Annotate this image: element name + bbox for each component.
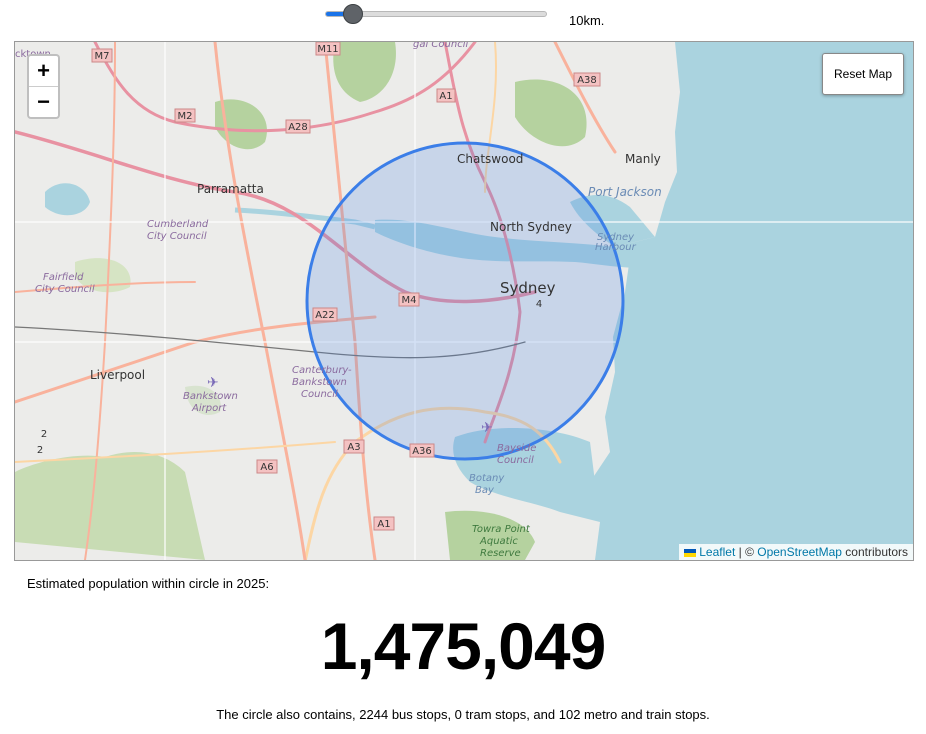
radius-slider-thumb[interactable] xyxy=(343,4,363,24)
shield-a36: A36 xyxy=(412,446,432,457)
population-label: Estimated population within circle in 20… xyxy=(27,576,270,591)
label-canterbury-2: Bankstown xyxy=(292,377,347,388)
label-fairfield-1: Fairfield xyxy=(43,272,84,283)
shield-m2: M2 xyxy=(178,111,193,122)
openstreetmap-link[interactable]: OpenStreetMap xyxy=(757,545,842,559)
label-manly: Manly xyxy=(625,152,661,166)
route-2a: 2 xyxy=(41,429,47,440)
park-southwest xyxy=(15,452,205,560)
park-northeast xyxy=(515,79,587,147)
label-cumberland-1: Cumberland xyxy=(147,219,209,230)
shield-m4: M4 xyxy=(402,295,417,306)
radius-value-label: 10km. xyxy=(569,13,605,28)
population-value: 1,475,049 xyxy=(320,609,607,683)
zoom-control: + − xyxy=(27,54,60,119)
route-4: 4 xyxy=(536,299,542,310)
label-sydney: Sydney xyxy=(500,279,556,297)
map-attribution: Leaflet | © OpenStreetMap contributors xyxy=(679,544,913,560)
label-sydney-harbour-2: Harbour xyxy=(595,242,637,253)
stops-summary: The circle also contains, 2244 bus stops… xyxy=(216,707,710,722)
leaflet-link[interactable]: Leaflet xyxy=(699,545,735,559)
shield-a1-bottom: A1 xyxy=(377,519,390,530)
shield-a3: A3 xyxy=(347,442,360,453)
label-liverpool: Liverpool xyxy=(90,368,145,382)
m2-motorway xyxy=(93,42,477,133)
route-2b: 2 xyxy=(37,445,43,456)
prospect-reservoir xyxy=(45,183,90,216)
label-bayside-2: Council xyxy=(497,455,534,466)
label-north-sydney: North Sydney xyxy=(490,220,572,234)
radius-circle[interactable] xyxy=(305,141,625,461)
label-canterbury-3: Council xyxy=(301,389,338,400)
reset-map-button[interactable]: Reset Map xyxy=(822,53,904,95)
shield-a6: A6 xyxy=(260,462,273,473)
label-botany-2: Bay xyxy=(475,485,495,496)
shield-a28: A28 xyxy=(288,122,308,133)
shield-a38: A38 xyxy=(577,75,597,86)
label-bankstown-2: Airport xyxy=(191,403,227,414)
zoom-out-button[interactable]: − xyxy=(29,87,58,117)
ukraine-flag-icon xyxy=(684,548,697,557)
label-chatswood: Chatswood xyxy=(457,152,523,166)
radius-slider[interactable] xyxy=(325,4,547,24)
label-bankstown-1: Bankstown xyxy=(183,391,238,402)
shield-m11: M11 xyxy=(317,44,338,55)
label-towra-1: Towra Point xyxy=(472,524,531,535)
map-tiles[interactable]: Chatswood Manly Parramatta North Sydney … xyxy=(15,42,913,560)
shield-a1-top: A1 xyxy=(439,91,452,102)
airport-icon: ✈ xyxy=(207,374,219,390)
park-top xyxy=(333,42,396,102)
ocean xyxy=(590,42,913,560)
label-fairfield-2: City Council xyxy=(35,284,95,295)
label-canterbury-1: Canterbury- xyxy=(292,365,352,376)
attribution-separator: | © xyxy=(735,545,758,559)
attribution-suffix: contributors xyxy=(841,545,908,559)
label-towra-3: Reserve xyxy=(480,548,521,559)
radius-slider-row: 10km. xyxy=(0,0,926,40)
label-council-top: gal Council xyxy=(413,42,468,50)
zoom-in-button[interactable]: + xyxy=(29,56,58,87)
label-towra-2: Aquatic xyxy=(479,536,518,547)
label-parramatta: Parramatta xyxy=(197,182,264,196)
shield-a22: A22 xyxy=(315,310,335,321)
map-view[interactable]: Chatswood Manly Parramatta North Sydney … xyxy=(14,41,914,561)
airport-icon-sydney: ✈ xyxy=(481,419,493,435)
label-bayside-1: Bayside xyxy=(497,443,536,454)
shield-m7: M7 xyxy=(95,51,110,62)
label-botany-1: Botany xyxy=(469,473,505,484)
label-port-jackson: Port Jackson xyxy=(588,185,662,199)
label-cumberland-2: City Council xyxy=(147,231,207,242)
